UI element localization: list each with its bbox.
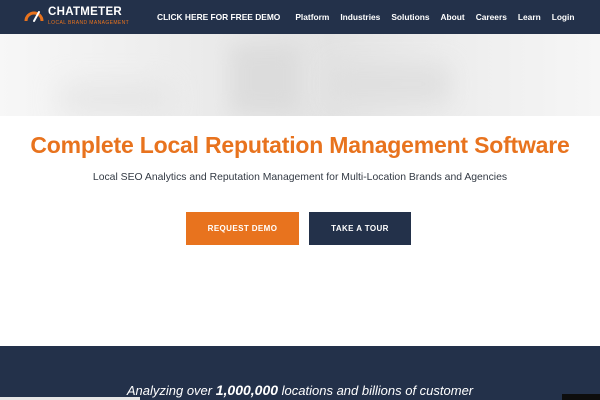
page-subheadline: Local SEO Analytics and Reputation Manag… [92,172,508,183]
hero-banner-image [0,34,600,116]
chatmeter-logo[interactable]: CHATMETER LOCAL BRAND MANAGEMENT [24,6,130,26]
stats-prefix: Analyzing over [126,383,216,398]
top-navigation-bar: CHATMETER LOCAL BRAND MANAGEMENT CLICK H… [0,0,600,34]
stats-suffix: locations and billions of customer [278,383,474,398]
nav-link-about[interactable]: About [435,12,470,22]
take-a-tour-button[interactable]: TAKE A TOUR [309,212,411,245]
nav-link-industries[interactable]: Industries [335,12,386,22]
nav-link-platform[interactable]: Platform [290,12,335,22]
stats-band-text: Analyzing over 1,000,000 locations and b… [0,382,600,398]
bottom-right-bar [562,394,600,400]
page-headline: Complete Local Reputation Management Sof… [30,132,570,158]
request-demo-button[interactable]: REQUEST DEMO [186,212,299,245]
stats-count: 1,000,000 [215,382,279,398]
nav-link-login[interactable]: Login [546,12,580,22]
logo-mark-icon [24,7,44,25]
nav-links: CLICK HERE FOR FREE DEMO Platform Indust… [152,0,580,34]
nav-link-careers[interactable]: Careers [470,12,512,22]
logo-name: CHATMETER [48,6,123,18]
logo-tagline: LOCAL BRAND MANAGEMENT [48,19,130,26]
nav-link-solutions[interactable]: Solutions [386,12,435,22]
nav-link-learn[interactable]: Learn [512,12,546,22]
nav-link-free-demo[interactable]: CLICK HERE FOR FREE DEMO [152,12,286,22]
stats-band: Analyzing over 1,000,000 locations and b… [0,346,600,400]
